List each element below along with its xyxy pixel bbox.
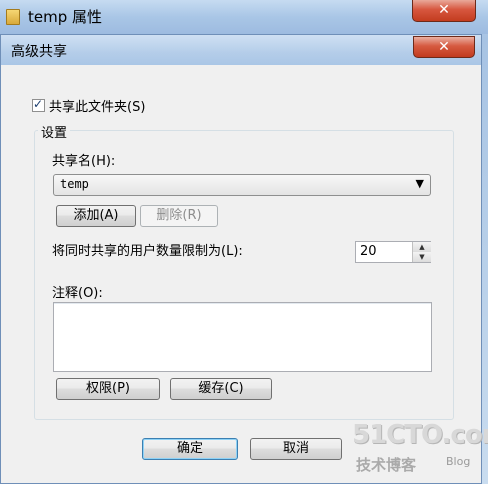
- folder-icon: [6, 9, 20, 25]
- dialog-titlebar[interactable]: 高级共享 ✕: [1, 35, 481, 65]
- dialog-title: 高级共享: [11, 44, 67, 60]
- user-limit-value: 20: [360, 244, 377, 259]
- parent-window-title: temp 属性: [28, 8, 103, 26]
- parent-titlebar[interactable]: temp 属性 ✕: [0, 0, 488, 34]
- share-folder-checkbox[interactable]: [32, 97, 45, 112]
- share-name-select[interactable]: temp ▼: [53, 174, 431, 196]
- ok-button[interactable]: 确定: [142, 438, 238, 460]
- settings-group-title: 设置: [38, 122, 71, 141]
- dialog-close-button[interactable]: ✕: [413, 36, 475, 58]
- spin-up-icon[interactable]: ▲: [413, 242, 431, 252]
- comment-label: 注释(O):: [52, 286, 103, 301]
- watermark-subtitle: 技术博客: [356, 456, 417, 474]
- caching-button[interactable]: 缓存(C): [170, 378, 272, 400]
- comment-textarea[interactable]: [53, 302, 432, 372]
- parent-close-button[interactable]: ✕: [412, 0, 476, 22]
- chevron-down-icon: ▼: [415, 177, 424, 190]
- share-folder-label: 共享此文件夹(S): [49, 100, 146, 115]
- watermark-blog: Blog: [446, 455, 471, 468]
- share-folder-checkbox-row[interactable]: 共享此文件夹(S): [32, 96, 145, 115]
- watermark-site: 51CTO.com: [352, 420, 488, 450]
- user-limit-spinner[interactable]: 20 ▲ ▼: [355, 241, 431, 263]
- add-share-button[interactable]: 添加(A): [56, 205, 136, 227]
- remove-share-button[interactable]: 删除(R): [140, 205, 218, 227]
- spinner-buttons: ▲ ▼: [412, 242, 431, 262]
- share-name-label: 共享名(H):: [52, 154, 116, 169]
- share-name-value: temp: [60, 177, 89, 191]
- permissions-button[interactable]: 权限(P): [56, 378, 160, 400]
- spin-down-icon[interactable]: ▼: [413, 252, 431, 262]
- cancel-button[interactable]: 取消: [250, 438, 342, 460]
- user-limit-label: 将同时共享的用户数量限制为(L):: [52, 244, 243, 259]
